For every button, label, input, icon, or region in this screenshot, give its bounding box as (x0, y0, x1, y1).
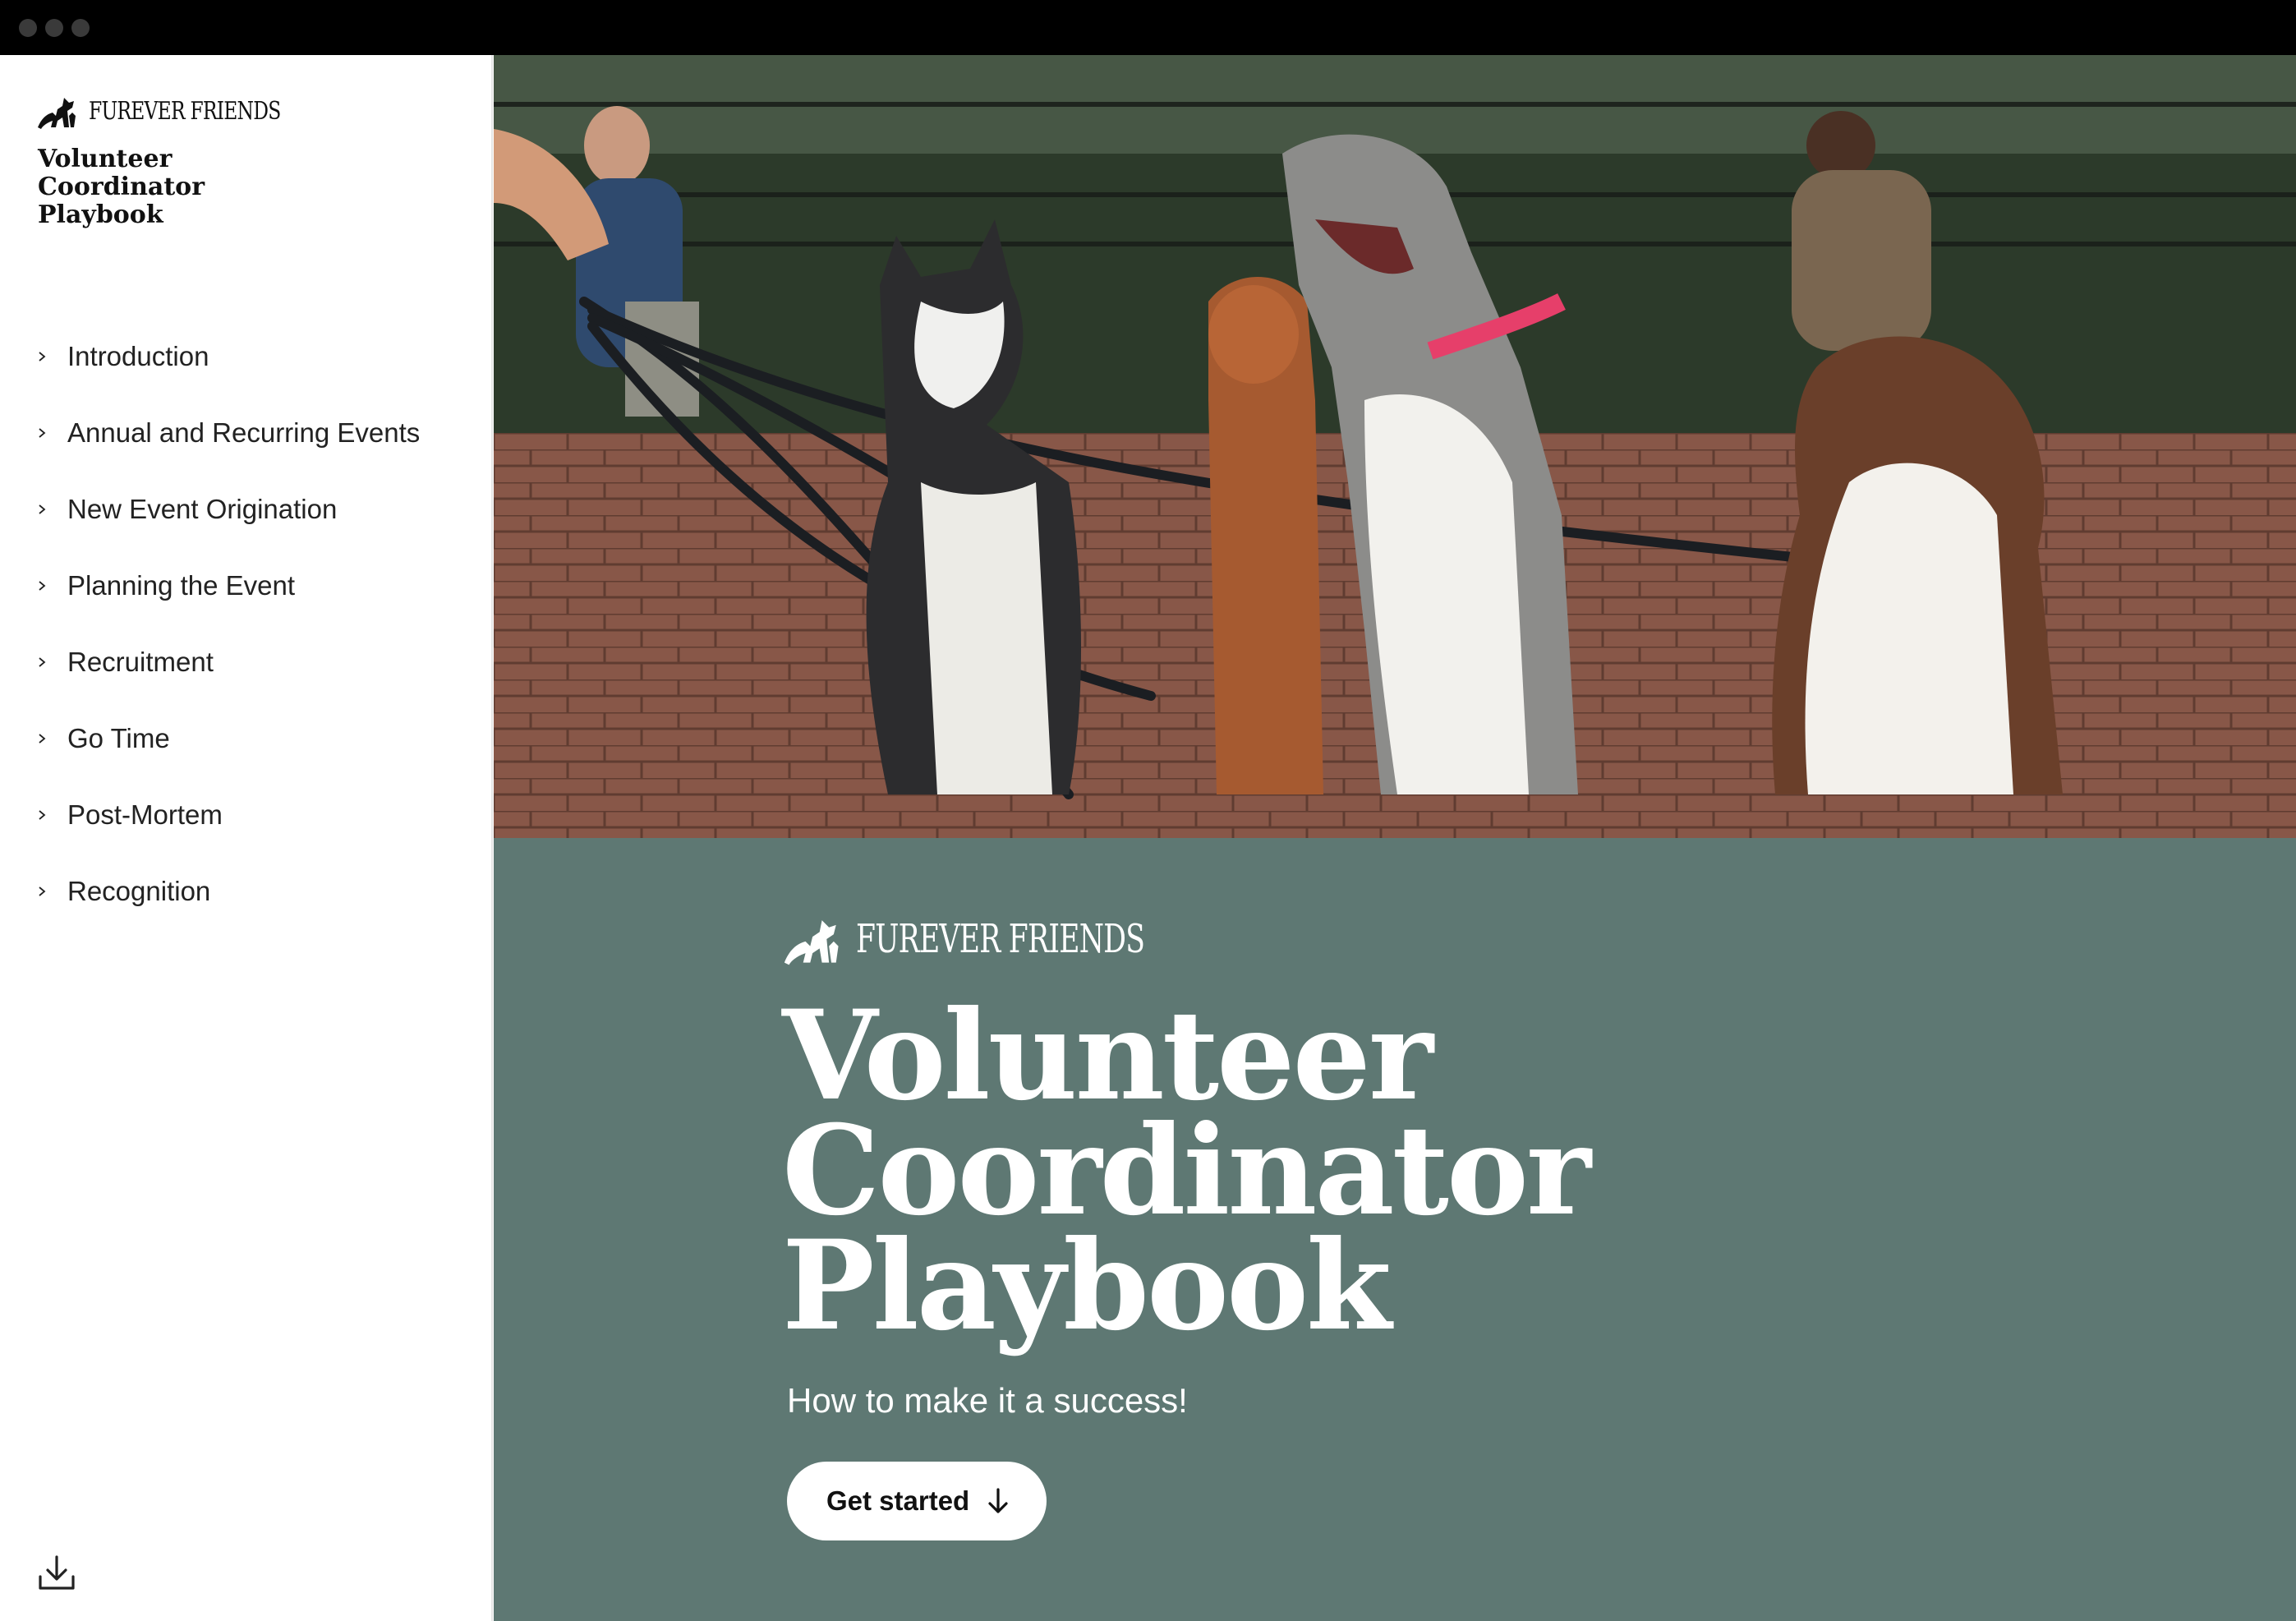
chevron-right-icon (39, 886, 46, 896)
sidebar-item-go-time[interactable]: Go Time (36, 700, 463, 776)
dog-cat-logo-icon (784, 920, 839, 965)
sidebar-document-title: Volunteer Coordinator Playbook (38, 145, 284, 229)
sidebar-title-line: Coordinator (38, 173, 205, 201)
sidebar-item-label: Recognition (67, 875, 211, 906)
sidebar-title-line: Playbook (38, 200, 163, 229)
sidebar: FUREVER FRIENDS Volunteer Coordinator Pl… (0, 55, 493, 1621)
cover-title-line: Playbook (782, 1213, 1392, 1358)
get-started-button[interactable]: Get started (787, 1462, 1047, 1540)
chevron-right-icon (39, 580, 46, 591)
sidebar-item-recruitment[interactable]: Recruitment (36, 624, 463, 700)
sidebar-item-new-event-origination[interactable]: New Event Origination (36, 471, 463, 547)
cover-brand-text: FUREVER FRIENDS (856, 916, 1145, 962)
window-close-dot[interactable] (19, 18, 37, 37)
sidebar-item-label: Go Time (67, 722, 170, 753)
chevron-right-icon (39, 351, 46, 362)
chevron-right-icon (39, 733, 46, 744)
chevron-right-icon (39, 504, 46, 514)
sidebar-brand-text: FUREVER FRIENDS (89, 96, 281, 126)
sidebar-item-label: Introduction (67, 340, 209, 371)
cover-page: FUREVER FRIENDS Volunteer Coordinator Pl… (494, 55, 2296, 1621)
sidebar-nav: Introduction Annual and Recurring Events… (36, 318, 463, 929)
cover-subtitle: How to make it a success! (787, 1381, 1188, 1420)
download-icon[interactable] (36, 1552, 77, 1593)
sidebar-item-recognition[interactable]: Recognition (36, 853, 463, 929)
cover-title-line: Coordinator (782, 1098, 1591, 1243)
cover-title-line: Volunteer (782, 983, 1433, 1128)
dog-cat-logo-icon (38, 98, 76, 129)
sidebar-item-planning-the-event[interactable]: Planning the Event (36, 547, 463, 624)
chevron-right-icon (39, 656, 46, 667)
sidebar-item-annual-events[interactable]: Annual and Recurring Events (36, 394, 463, 471)
cover-brand-logo: FUREVER FRIENDS (782, 910, 2014, 969)
hero-photo-illustration (494, 55, 2296, 838)
cover-content: FUREVER FRIENDS Volunteer Coordinator Pl… (782, 910, 2014, 1540)
chevron-right-icon (39, 809, 46, 820)
sidebar-item-label: Post-Mortem (67, 799, 223, 830)
window-minimize-dot[interactable] (45, 18, 63, 37)
cover-title: Volunteer Coordinator Playbook (782, 983, 2014, 1358)
get-started-label: Get started (826, 1485, 970, 1516)
sidebar-item-introduction[interactable]: Introduction (36, 318, 463, 394)
sidebar-item-label: Annual and Recurring Events (67, 417, 421, 448)
arrow-down-icon (988, 1488, 1008, 1513)
sidebar-title-line: Volunteer (38, 145, 173, 173)
window-titlebar (0, 0, 2296, 55)
sidebar-item-label: Planning the Event (67, 569, 296, 601)
sidebar-item-post-mortem[interactable]: Post-Mortem (36, 776, 463, 853)
sidebar-item-label: Recruitment (67, 646, 214, 677)
sidebar-brand-logo[interactable]: FUREVER FRIENDS (36, 91, 334, 131)
window-zoom-dot[interactable] (71, 18, 90, 37)
chevron-right-icon (39, 427, 46, 438)
sidebar-item-label: New Event Origination (67, 493, 338, 524)
hero-image-dogs-on-leashes (494, 55, 2296, 838)
